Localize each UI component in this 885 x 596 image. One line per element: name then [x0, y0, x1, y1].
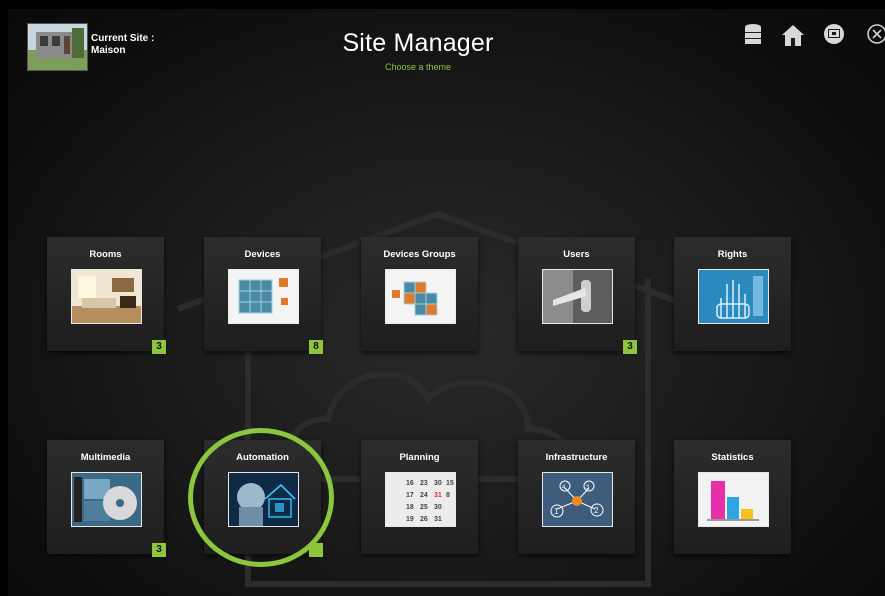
tile-rooms[interactable]: Rooms 3 — [47, 237, 166, 354]
tile-devices-groups[interactable]: Devices Groups — [361, 237, 478, 351]
cubes-image — [228, 269, 299, 324]
tile-users[interactable]: Users 3 — [518, 237, 637, 354]
living-room-image — [71, 269, 142, 324]
calendar-number: 26 — [420, 516, 428, 523]
node-label: 1 — [554, 507, 559, 516]
network-nodes-image: 1 2 3 4 — [542, 472, 613, 527]
tile-label: Rights — [717, 249, 748, 260]
tile-label: Devices Groups — [383, 249, 456, 260]
calendar-image: 16 23 30 15 17 24 31 8 18 25 30 19 26 31 — [385, 472, 456, 527]
calendar-number: 15 — [446, 480, 454, 487]
tile-rights[interactable]: Rights — [674, 237, 791, 351]
tile-label: Multimedia — [80, 452, 131, 463]
count-badge: 3 — [152, 543, 166, 557]
page-title: Site Manager — [342, 29, 494, 57]
bar-chart-image — [698, 472, 769, 527]
tile-planning[interactable]: Planning 16 23 30 15 17 24 31 8 18 25 30… — [361, 440, 478, 554]
tile-devices[interactable]: Devices 8 — [204, 237, 323, 354]
count-badge: 3 — [623, 340, 637, 354]
calendar-number: 8 — [446, 492, 450, 499]
home-icon[interactable] — [781, 23, 805, 49]
node-label: 2 — [594, 506, 599, 515]
tile-label: Planning — [399, 452, 440, 463]
calendar-number: 25 — [420, 504, 428, 511]
count-badge — [309, 543, 323, 557]
hand-scan-image — [698, 269, 769, 324]
tile-infrastructure[interactable]: Infrastructure 1 2 3 4 — [518, 440, 635, 554]
cube-group-image — [385, 269, 456, 324]
calendar-number: 16 — [406, 480, 414, 487]
tile-label: Automation — [236, 452, 289, 463]
calendar-number: 17 — [406, 492, 414, 499]
tile-statistics[interactable]: Statistics — [674, 440, 791, 554]
close-icon[interactable] — [865, 23, 885, 49]
door-handle-image — [542, 269, 613, 324]
calendar-number: 31 — [434, 492, 442, 499]
calendar-number: 31 — [434, 516, 442, 523]
calendar-number: 19 — [406, 516, 414, 523]
calendar-number: 24 — [420, 492, 428, 499]
tile-label: Rooms — [89, 249, 122, 260]
count-badge: 3 — [152, 340, 166, 354]
tile-label: Devices — [244, 249, 281, 260]
tile-automation[interactable]: Automation — [204, 440, 323, 557]
display-icon[interactable] — [822, 23, 846, 49]
tile-label: Users — [563, 249, 590, 260]
calendar-number: 30 — [434, 504, 442, 511]
calendar-number: 30 — [434, 480, 442, 487]
tile-label: Infrastructure — [545, 452, 608, 463]
calendar-number: 23 — [420, 480, 428, 487]
tile-label: Statistics — [711, 452, 754, 463]
count-badge: 8 — [309, 340, 323, 354]
robot-house-image — [228, 472, 299, 527]
tile-multimedia[interactable]: Multimedia 3 — [47, 440, 166, 557]
database-icon[interactable] — [741, 23, 765, 49]
media-disc-image — [71, 472, 142, 527]
calendar-number: 18 — [406, 504, 414, 511]
page-subtitle: Choose a theme — [384, 62, 452, 72]
app-window: Current Site : Maison Site Manager Choos… — [8, 9, 885, 596]
